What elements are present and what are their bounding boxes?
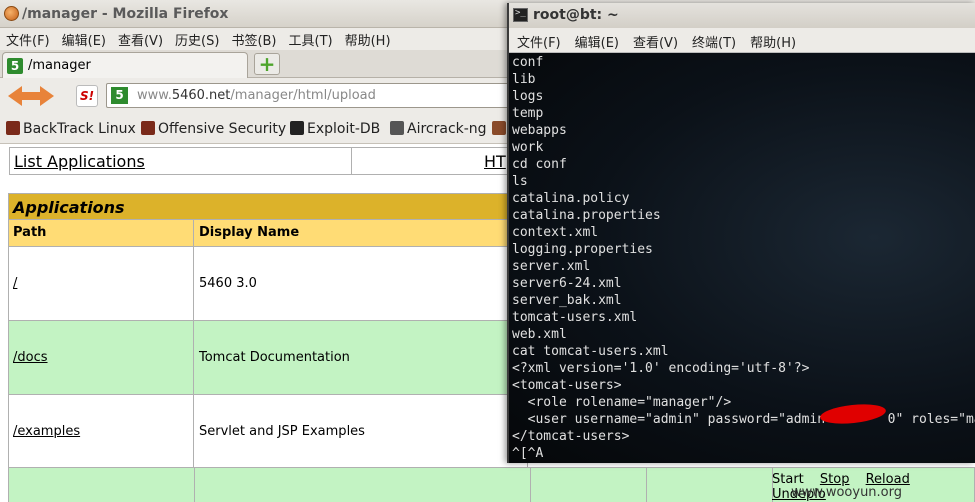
menu-help[interactable]: 帮助(H) xyxy=(345,28,391,49)
app-display-name: Tomcat Documentation xyxy=(199,350,350,365)
terminal-line: tomcat-users.xml xyxy=(512,310,638,325)
url-path: /manager/html/upload xyxy=(230,88,376,103)
menu-tools[interactable]: 工具(T) xyxy=(289,28,333,49)
app-display-name: 5460 3.0 xyxy=(199,276,257,291)
menu-bookmarks[interactable]: 书签(B) xyxy=(231,28,276,49)
site-favicon-icon: 5 xyxy=(7,58,23,74)
terminal-line: catalina.policy xyxy=(512,191,630,206)
terminal-line: logging.properties xyxy=(512,242,653,257)
app-path-link[interactable]: /docs xyxy=(13,350,48,365)
terminal-line: ls xyxy=(512,174,528,189)
terminal-titlebar: root@bt: ~ xyxy=(509,3,975,28)
app-path-link[interactable]: /examples xyxy=(13,424,80,439)
aircrack-icon xyxy=(390,121,404,135)
exploit-db-icon xyxy=(290,121,304,135)
bookmark-icon xyxy=(492,121,506,135)
menu-history[interactable]: 历史(S) xyxy=(175,28,219,49)
url-bar[interactable]: 5 www.5460.net/manager/html/upload xyxy=(106,83,516,108)
bookmark-label: BackTrack Linux xyxy=(23,121,136,137)
terminal-line: server.xml xyxy=(512,259,591,274)
offsec-icon xyxy=(141,121,155,135)
terminal-line: ^[^A xyxy=(512,446,544,461)
terminal-output[interactable]: conf lib logs temp webapps work cd conf ls catal… xyxy=(509,53,975,463)
terminal-line: <?xml version='1.0' encoding='utf-8'?> xyxy=(512,361,810,376)
html-manager-help-link[interactable]: HT xyxy=(484,152,506,171)
terminal-line: conf xyxy=(512,55,544,70)
terminal-line: web.xml xyxy=(512,327,567,342)
terminal-title: root@bt: ~ xyxy=(533,7,619,23)
terminal-line: lib xyxy=(512,72,536,87)
menu-edit[interactable]: 编辑(E) xyxy=(62,28,106,49)
terminal-line: cd conf xyxy=(512,157,567,172)
terminal-icon xyxy=(513,8,528,22)
terminal-line: server_bak.xml xyxy=(512,293,622,308)
menu-file[interactable]: 文件(F) xyxy=(6,28,50,49)
app-display-name: Servlet and JSP Examples xyxy=(199,424,365,439)
table-row: /docs Tomcat Documentation xyxy=(9,321,527,395)
terminal-window[interactable]: root@bt: ~ 文件(F) 编辑(E) 查看(V) 终端(T) 帮助(H) con… xyxy=(507,3,975,463)
new-tab-button[interactable]: + xyxy=(254,53,280,75)
terminal-line: <role rolename="manager"/> xyxy=(512,395,732,410)
applications-table: Applications Path Display Name / 5460 3.… xyxy=(8,193,528,470)
terminal-line: server6-24.xml xyxy=(512,276,622,291)
term-menu-view[interactable]: 查看(V) xyxy=(633,28,678,51)
url-favicon-icon: 5 xyxy=(111,87,128,104)
terminal-line: <tomcat-users> xyxy=(512,378,622,393)
table-row: / 5460 3.0 xyxy=(9,247,527,321)
list-applications-link[interactable]: List Applications xyxy=(14,152,145,171)
back-arrow-icon[interactable] xyxy=(8,86,30,106)
term-menu-help[interactable]: 帮助(H) xyxy=(750,28,796,51)
applications-heading: Applications xyxy=(9,194,527,220)
terminal-menubar: 文件(F) 编辑(E) 查看(V) 终端(T) 帮助(H) xyxy=(509,28,975,53)
term-menu-terminal[interactable]: 终端(T) xyxy=(692,28,736,51)
terminal-line: catalina.properties xyxy=(512,208,661,223)
bookmark-exploit-db[interactable]: Exploit-DB xyxy=(290,121,380,137)
table-row: /examples Servlet and JSP Examples xyxy=(9,395,527,469)
s-addon-button[interactable]: S! xyxy=(76,85,98,107)
firefox-icon xyxy=(4,6,19,21)
path-column-header: Path xyxy=(9,220,194,246)
terminal-line: </tomcat-users> xyxy=(512,429,630,444)
url-text[interactable]: www.5460.net/manager/html/upload xyxy=(137,88,376,103)
firefox-window-title: /manager - Mozilla Firefox xyxy=(22,6,229,22)
watermark: www.wooyun.org xyxy=(791,485,903,500)
bookmark-backtrack-linux[interactable]: BackTrack Linux xyxy=(6,121,136,137)
forward-arrow-icon[interactable] xyxy=(30,86,54,106)
terminal-line: logs xyxy=(512,89,544,104)
menu-view[interactable]: 查看(V) xyxy=(118,28,163,49)
terminal-line: webapps xyxy=(512,123,567,138)
backtrack-icon xyxy=(6,121,20,135)
terminal-text: conf lib logs temp webapps work cd conf ls catal… xyxy=(512,54,975,462)
tab-label: /manager xyxy=(28,58,91,73)
terminal-line: cat tomcat-users.xml xyxy=(512,344,669,359)
url-prefix: www. xyxy=(137,88,172,103)
manager-links-table: List Applications HT xyxy=(9,147,529,175)
bookmark-aircrack-ng[interactable]: Aircrack-ng xyxy=(390,121,487,137)
tab-manager[interactable]: 5 /manager xyxy=(2,52,248,78)
terminal-line: <user username="admin" password="admin 0… xyxy=(512,412,975,427)
display-name-column-header: Display Name xyxy=(199,225,300,240)
terminal-line: context.xml xyxy=(512,225,599,240)
term-menu-file[interactable]: 文件(F) xyxy=(517,28,561,51)
bookmark-label: Exploit-DB xyxy=(307,121,381,137)
url-domain: 5460.net xyxy=(171,88,231,103)
term-menu-edit[interactable]: 编辑(E) xyxy=(575,28,619,51)
table-header-row: Path Display Name xyxy=(9,220,527,247)
app-path-link[interactable]: / xyxy=(13,276,17,291)
bookmark-offensive-security[interactable]: Offensive Security xyxy=(141,121,286,137)
bookmark-label: Offensive Security xyxy=(158,121,287,137)
terminal-line: temp xyxy=(512,106,544,121)
terminal-line: work xyxy=(512,140,544,155)
bookmark-label: Aircrack-ng xyxy=(407,121,487,137)
